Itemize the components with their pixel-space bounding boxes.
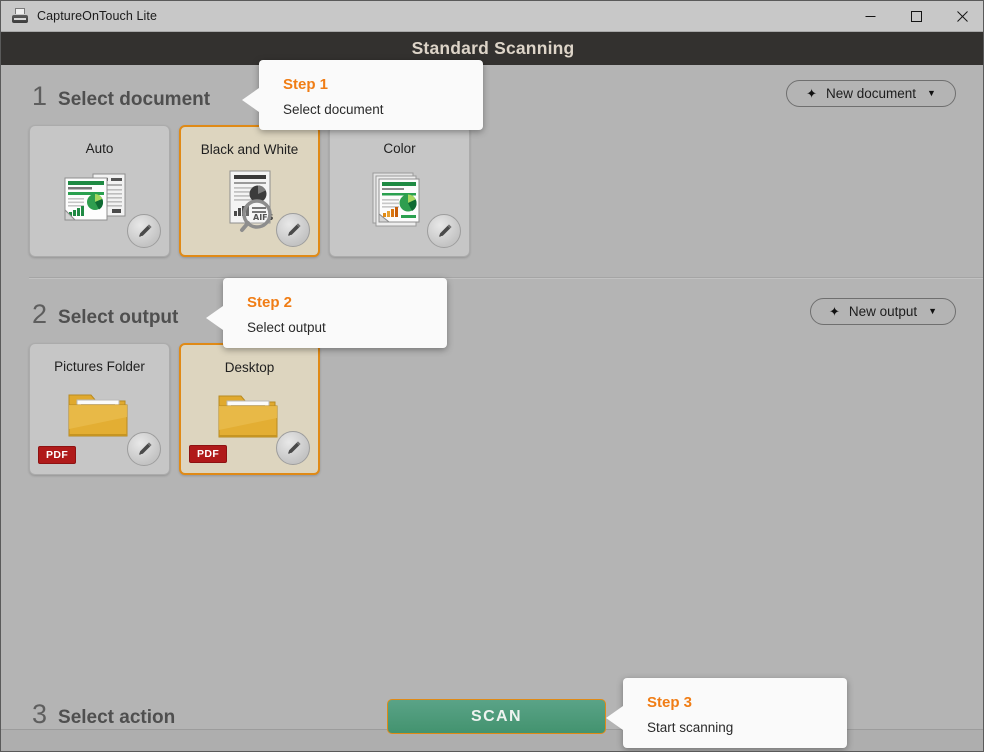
callout-step-label: Step 1 <box>283 76 329 93</box>
chevron-down-icon: ▼ <box>927 88 936 98</box>
callout-tail <box>242 88 259 112</box>
section-number: 3 <box>32 699 48 729</box>
mode-title: Standard Scanning <box>411 38 575 58</box>
card-title: Pictures Folder <box>54 359 145 374</box>
document-card-color[interactable]: Color <box>329 125 470 257</box>
chevron-down-icon: ▼ <box>928 306 938 316</box>
new-document-button[interactable]: ✦ New document ▼ <box>786 80 956 107</box>
edit-document-button[interactable] <box>276 213 310 247</box>
callout-step-label: Step 2 <box>247 294 293 311</box>
card-title: Black and White <box>200 142 299 157</box>
callout-desc: Select document <box>283 102 384 117</box>
scanner-icon <box>12 8 28 24</box>
pdf-badge: PDF <box>189 445 228 463</box>
scan-button[interactable]: SCAN <box>387 699 606 734</box>
window-title: CaptureOnTouch Lite <box>37 9 158 23</box>
minimize-button[interactable] <box>847 1 893 31</box>
card-title: Desktop <box>224 360 275 375</box>
callout-desc: Start scanning <box>647 720 734 735</box>
close-button[interactable] <box>939 1 983 31</box>
plus-icon: ✦ <box>806 86 817 101</box>
section-header-select-document: 1 Select document <box>32 83 210 117</box>
callout-step-label: Step 3 <box>647 694 693 711</box>
callout-step-3: Step 3 Start scanning <box>606 678 847 748</box>
section-label: Select output <box>58 307 179 328</box>
mode-header-bar: Standard Scanning <box>1 32 983 65</box>
output-card-desktop[interactable]: Desktop PDF <box>179 343 320 475</box>
folder-icon <box>63 387 137 445</box>
callout-step-1: Step 1 Select document <box>242 60 483 130</box>
output-card-pictures-folder[interactable]: Pictures Folder PDF <box>29 343 170 475</box>
edit-output-button[interactable] <box>276 431 310 465</box>
auto-pages-icon <box>61 170 139 232</box>
folder-icon <box>213 388 287 446</box>
section-number: 1 <box>32 81 48 111</box>
callout-tail <box>606 706 623 730</box>
edit-document-button[interactable] <box>427 214 461 248</box>
capture-on-touch-window: CaptureOnTouch Lite Standard Scanning 1 … <box>0 0 984 752</box>
window-controls <box>847 1 983 31</box>
section-label: Select document <box>58 89 211 110</box>
new-output-label: New output <box>848 304 918 319</box>
pdf-badge: PDF <box>38 446 77 464</box>
section-header-select-output: 2 Select output <box>32 301 178 335</box>
plus-icon: ✦ <box>828 304 840 319</box>
edit-document-button[interactable] <box>127 214 161 248</box>
title-bar: CaptureOnTouch Lite <box>1 1 983 32</box>
new-document-label: New document <box>825 86 917 101</box>
maximize-button[interactable] <box>893 1 939 31</box>
callout-desc: Select output <box>247 320 326 335</box>
color-pages-icon <box>365 170 435 232</box>
document-card-auto[interactable]: Auto <box>29 125 170 257</box>
document-card-black-and-white[interactable]: Black and White <box>179 125 320 257</box>
section-number: 2 <box>32 299 48 329</box>
section-label: Select action <box>58 707 176 728</box>
callout-step-2: Step 2 Select output <box>206 278 447 348</box>
callout-tail <box>206 306 223 330</box>
section-header-select-action: 3 Select action <box>32 701 175 735</box>
section-divider <box>29 277 983 279</box>
new-output-button[interactable]: ✦ New output ▼ <box>810 298 956 325</box>
card-title: Auto <box>85 141 114 156</box>
edit-output-button[interactable] <box>127 432 161 466</box>
card-title: Color <box>383 141 416 156</box>
